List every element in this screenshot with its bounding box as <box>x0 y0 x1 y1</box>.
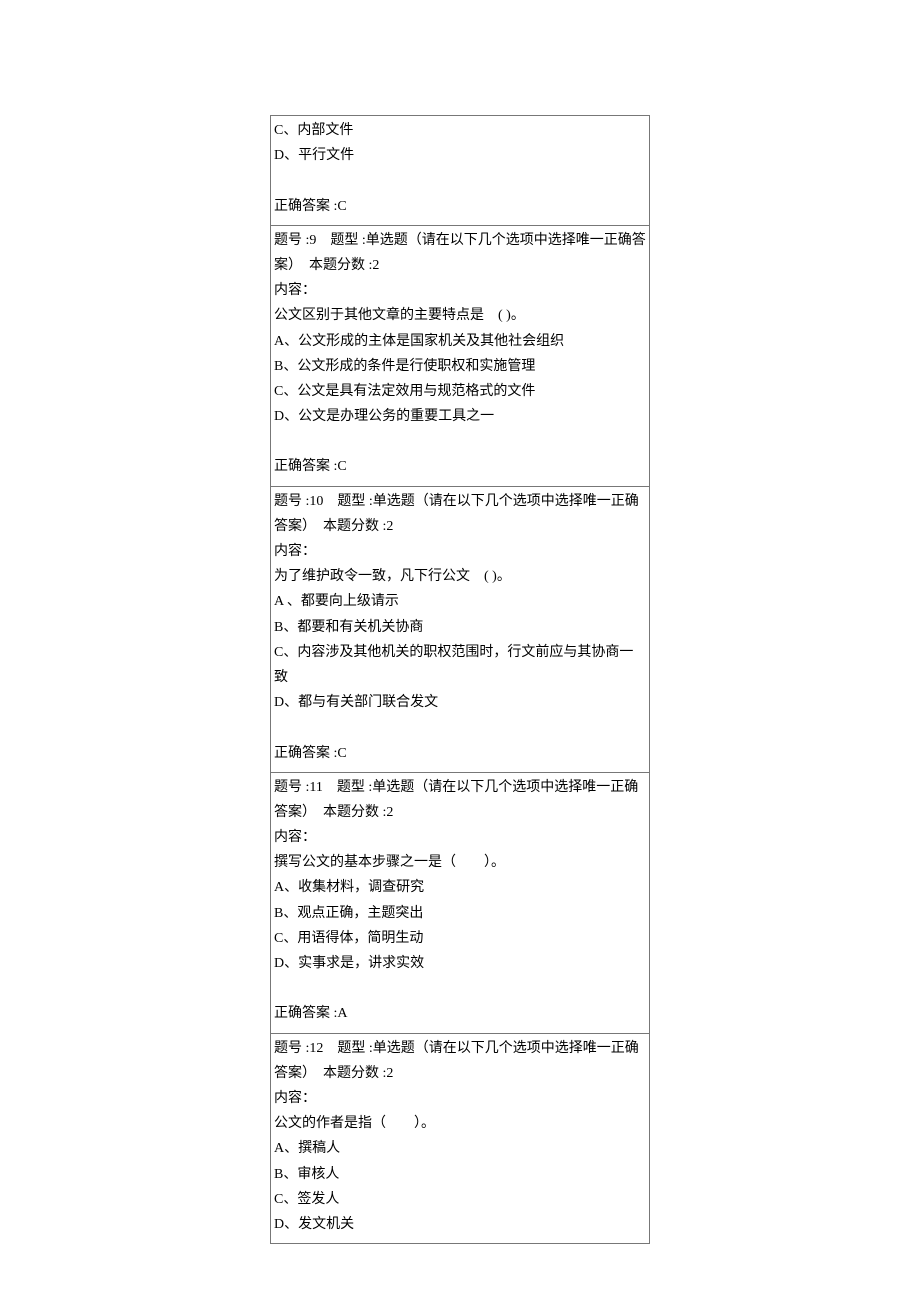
question-9: 题号 :9 题型 :单选题（请在以下几个选项中选择唯一正确答案） 本题分数 :2… <box>271 226 649 487</box>
option-c: C、公文是具有法定效用与规范格式的文件 <box>274 379 646 404</box>
option-b: B、审核人 <box>274 1162 646 1187</box>
answer: 正确答案 :C <box>274 194 646 219</box>
question-header: 题号 :10 题型 :单选题（请在以下几个选项中选择唯一正确答案） 本题分数 :… <box>274 489 646 539</box>
content-label: 内容： <box>274 1086 646 1111</box>
answer: 正确答案 :C <box>274 454 646 479</box>
option-b: B、公文形成的条件是行使职权和实施管理 <box>274 354 646 379</box>
content-label: 内容： <box>274 825 646 850</box>
answer: 正确答案 :C <box>274 741 646 766</box>
question-block: C、内部文件 D、平行文件 正确答案 :C 题号 :9 题型 :单选题（请在以下… <box>270 115 650 1244</box>
option-a: A、撰稿人 <box>274 1136 646 1161</box>
option-d: D、实事求是，讲求实效 <box>274 951 646 976</box>
option-d: D、发文机关 <box>274 1212 646 1237</box>
option-d: D、都与有关部门联合发文 <box>274 690 646 715</box>
question-stem: 为了维护政令一致，凡下行公文 ( )。 <box>274 564 646 589</box>
option-a: A 、都要向上级请示 <box>274 589 646 614</box>
question-12: 题号 :12 题型 :单选题（请在以下几个选项中选择唯一正确答案） 本题分数 :… <box>271 1034 649 1245</box>
option-c: C、内容涉及其他机关的职权范围时，行文前应与其协商一致 <box>274 640 646 690</box>
question-stem: 公文区别于其他文章的主要特点是 ( )。 <box>274 303 646 328</box>
option-d: D、平行文件 <box>274 143 646 168</box>
question-11: 题号 :11 题型 :单选题（请在以下几个选项中选择唯一正确答案） 本题分数 :… <box>271 773 649 1034</box>
content-label: 内容： <box>274 539 646 564</box>
page: C、内部文件 D、平行文件 正确答案 :C 题号 :9 题型 :单选题（请在以下… <box>0 0 920 1303</box>
option-c: C、用语得体，简明生动 <box>274 926 646 951</box>
option-a: A、公文形成的主体是国家机关及其他社会组织 <box>274 329 646 354</box>
option-b: B、都要和有关机关协商 <box>274 615 646 640</box>
option-b: B、观点正确，主题突出 <box>274 901 646 926</box>
option-a: A、收集材料，调查研究 <box>274 875 646 900</box>
question-header: 题号 :9 题型 :单选题（请在以下几个选项中选择唯一正确答案） 本题分数 :2 <box>274 228 646 278</box>
question-header: 题号 :12 题型 :单选题（请在以下几个选项中选择唯一正确答案） 本题分数 :… <box>274 1036 646 1086</box>
option-d: D、公文是办理公务的重要工具之一 <box>274 404 646 429</box>
option-c: C、签发人 <box>274 1187 646 1212</box>
answer: 正确答案 :A <box>274 1001 646 1026</box>
question-stem: 公文的作者是指（ ）。 <box>274 1111 646 1136</box>
question-10: 题号 :10 题型 :单选题（请在以下几个选项中选择唯一正确答案） 本题分数 :… <box>271 487 649 773</box>
question-stem: 撰写公文的基本步骤之一是（ ）。 <box>274 850 646 875</box>
option-c: C、内部文件 <box>274 118 646 143</box>
question-8-tail: C、内部文件 D、平行文件 正确答案 :C <box>271 116 649 226</box>
content-label: 内容： <box>274 278 646 303</box>
question-header: 题号 :11 题型 :单选题（请在以下几个选项中选择唯一正确答案） 本题分数 :… <box>274 775 646 825</box>
